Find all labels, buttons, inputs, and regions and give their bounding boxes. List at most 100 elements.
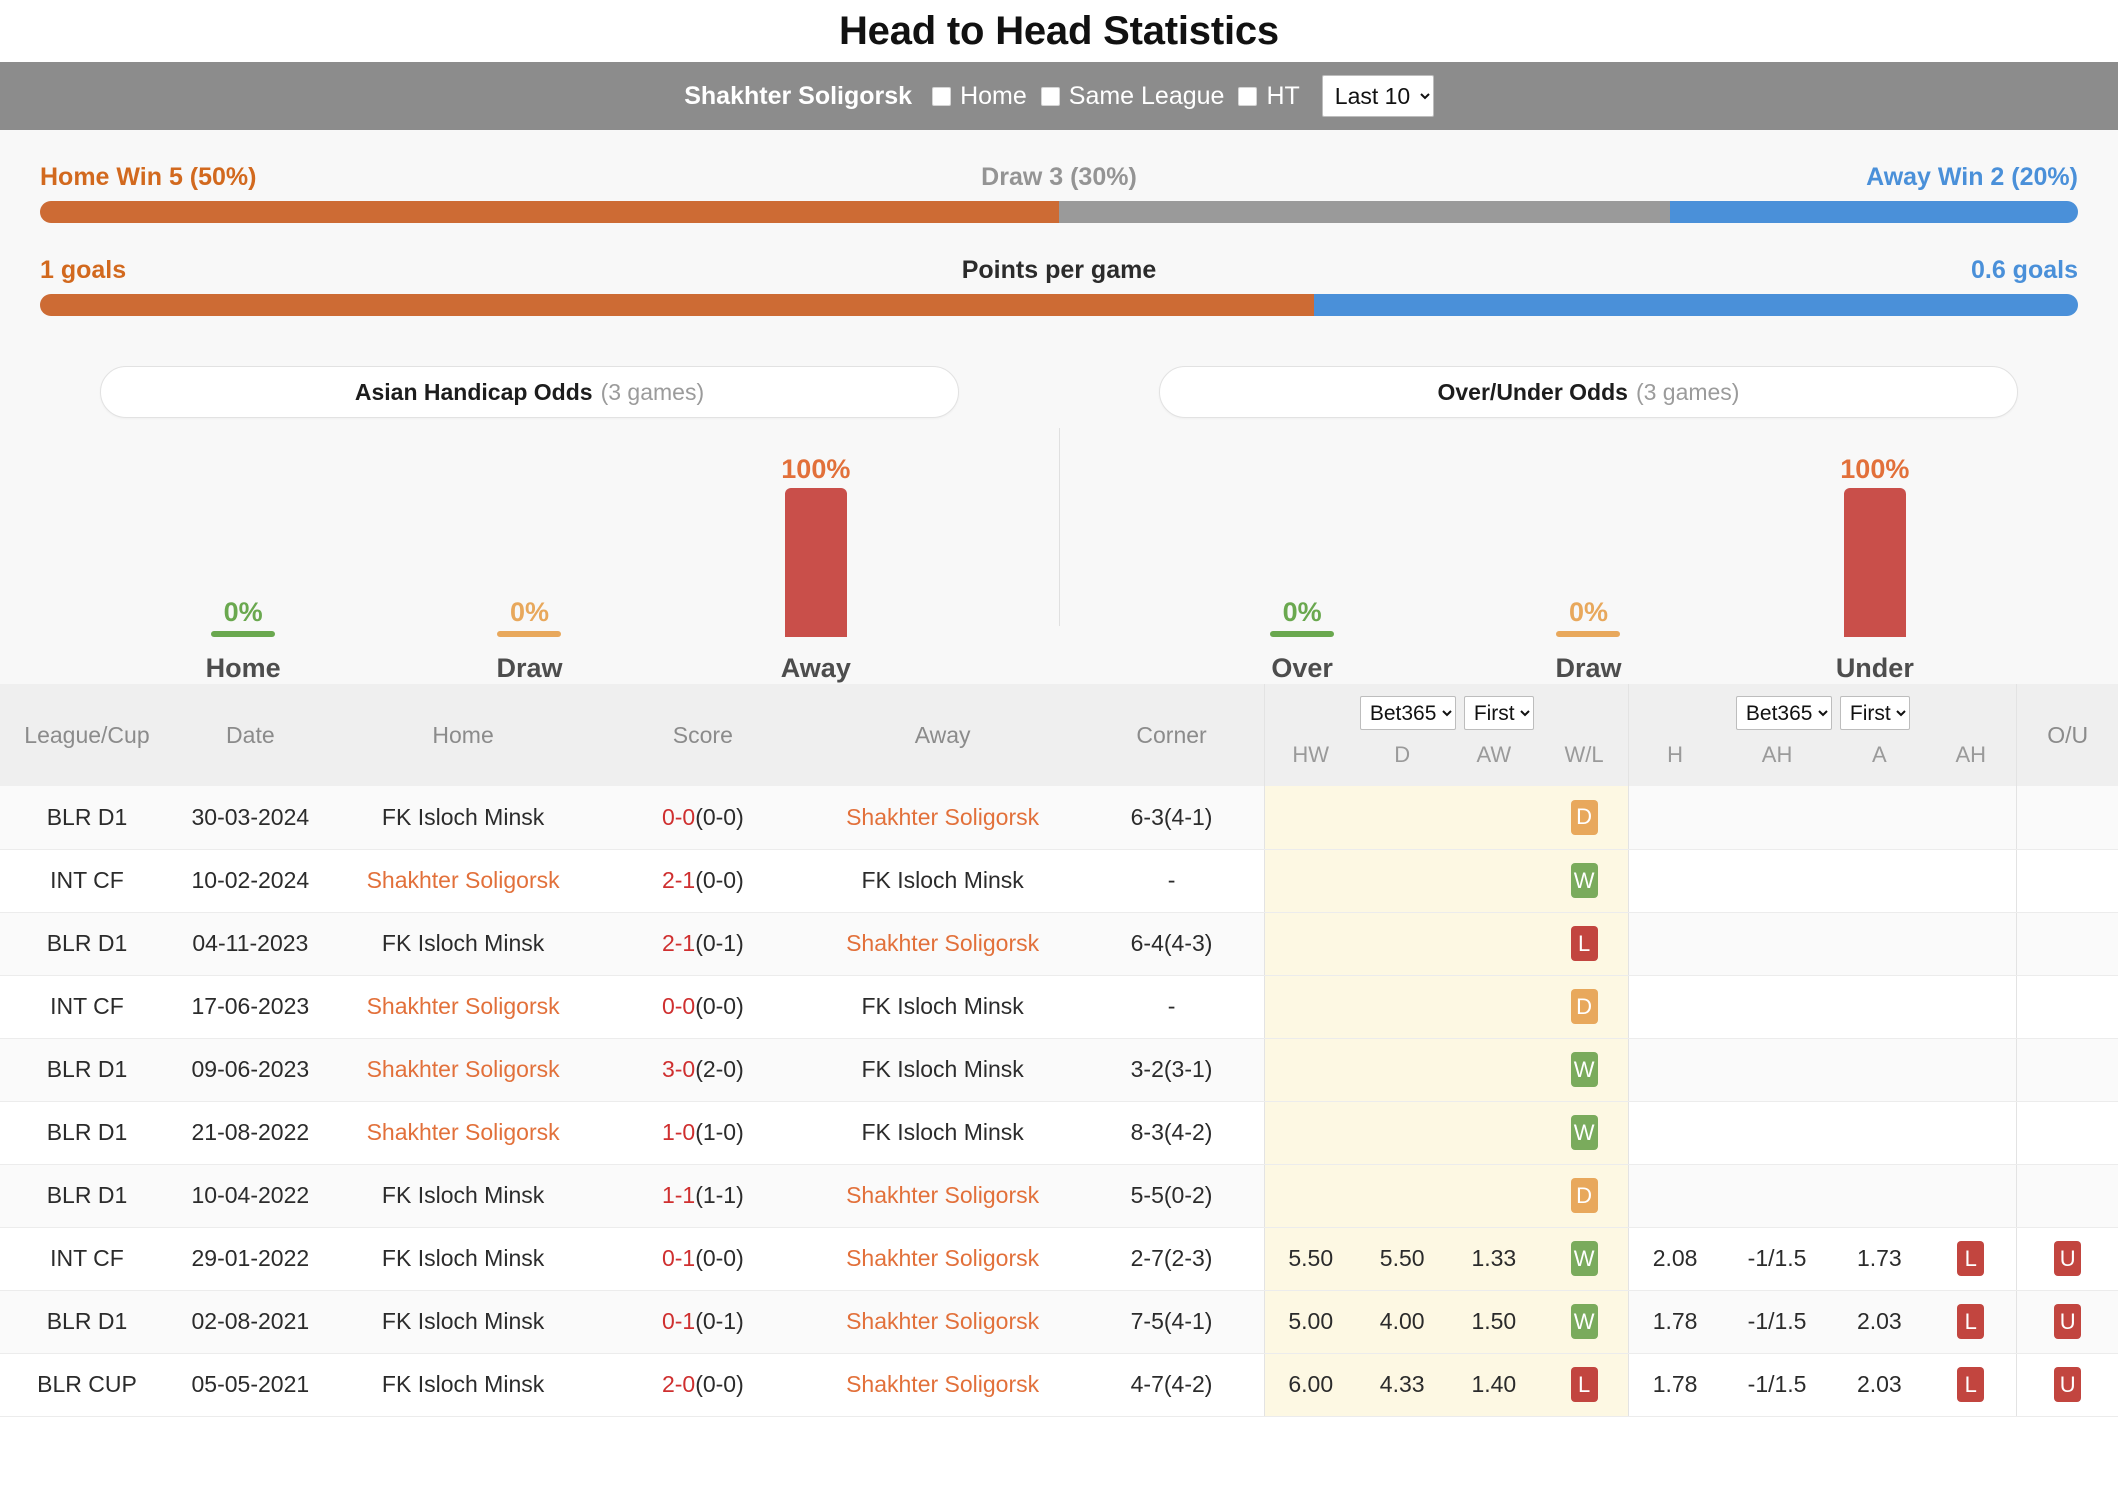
bar-segment-home: [40, 201, 1059, 223]
cell-away: Shakhter Soligorsk: [806, 786, 1079, 850]
cell-home: FK Isloch Minsk: [326, 1164, 600, 1228]
col-a[interactable]: A: [1833, 742, 1926, 786]
table-row[interactable]: INT CF 17-06-2023 Shakhter Soligorsk 0-0(0-…: [0, 975, 2118, 1039]
cell-wl: D: [1539, 786, 1629, 850]
table-row[interactable]: BLR D1 09-06-2023 Shakhter Soligorsk 3-0(2-…: [0, 1038, 2118, 1102]
col-ah2[interactable]: AH: [1925, 742, 2017, 786]
cell-home: FK Isloch Minsk: [326, 1290, 600, 1354]
col-score[interactable]: Score: [599, 684, 807, 786]
status-badge: W: [1570, 863, 1598, 898]
bookmaker-select-2[interactable]: Bet365: [1735, 696, 1832, 730]
table-head: League/Cup Date Home Score Away Corner B…: [0, 684, 2118, 786]
col-home[interactable]: Home: [326, 684, 600, 786]
cell-hw: [1264, 1101, 1357, 1165]
col-wl[interactable]: W/L: [1539, 742, 1629, 786]
col-d[interactable]: D: [1356, 742, 1448, 786]
checkbox-ht-box[interactable]: [1238, 86, 1258, 106]
filter-bar: Shakhter Soligorsk Home Same League HT L…: [0, 62, 2118, 130]
cell-date: 09-06-2023: [173, 1038, 327, 1102]
status-badge: W: [1570, 1115, 1598, 1150]
filter-checkbox-same-league[interactable]: Same League: [1040, 82, 1224, 111]
status-badge: W: [1570, 1304, 1598, 1339]
ou-col-over: 0% Over: [1159, 454, 1445, 684]
cell-ah1: [1720, 975, 1834, 1039]
cell-corner: 4-7(4-2): [1078, 1353, 1265, 1417]
cell-ah1: [1720, 849, 1834, 913]
cell-h: 1.78: [1628, 1290, 1721, 1354]
cell-ah1: [1720, 912, 1834, 976]
cell-ah2: L: [1925, 1353, 2017, 1417]
cell-d: 4.33: [1356, 1353, 1448, 1417]
table-row[interactable]: INT CF 29-01-2022 FK Isloch Minsk 0-1(0-0) S…: [0, 1227, 2118, 1291]
col-aw[interactable]: AW: [1448, 742, 1540, 786]
checkbox-home-box[interactable]: [932, 86, 952, 106]
col-corner[interactable]: Corner: [1078, 684, 1265, 786]
table-row[interactable]: BLR D1 02-08-2021 FK Isloch Minsk 0-1(0-1) S…: [0, 1290, 2118, 1354]
cell-aw: 1.33: [1448, 1227, 1540, 1291]
asian-handicap-title: Asian Handicap Odds: [354, 378, 593, 405]
phase-select-2[interactable]: First: [1839, 696, 1910, 730]
phase-select-1[interactable]: First: [1463, 696, 1534, 730]
over-under-chart: 0% Over 0% Draw 100% Under: [1159, 454, 2018, 684]
cell-h: 2.08: [1628, 1227, 1721, 1291]
cell-league: INT CF: [0, 975, 174, 1039]
col-away[interactable]: Away: [806, 684, 1079, 786]
cell-ou: [2016, 849, 2118, 913]
col-h[interactable]: H: [1628, 742, 1721, 786]
cell-corner: 5-5(0-2): [1078, 1164, 1265, 1228]
col-ah1[interactable]: AH: [1720, 742, 1834, 786]
cell-hw: 5.00: [1264, 1290, 1357, 1354]
status-badge: L: [1957, 1241, 1985, 1276]
cell-hw: [1264, 1038, 1357, 1102]
ou-under-bar: [1843, 488, 1906, 637]
table-row[interactable]: BLR D1 21-08-2022 Shakhter Soligorsk 1-0(1-…: [0, 1101, 2118, 1165]
cell-a: 1.73: [1833, 1227, 1926, 1291]
ppg-title: Points per game: [961, 256, 1157, 284]
ou-under-label: Under: [1835, 653, 1914, 683]
table-row[interactable]: BLR D1 04-11-2023 FK Isloch Minsk 2-1(0-1) S…: [0, 912, 2118, 976]
cell-league: BLR D1: [0, 1290, 174, 1354]
ou-draw-bar: [1556, 631, 1621, 637]
cell-score: 0-1(0-1): [599, 1290, 807, 1354]
ah-draw-label: Draw: [496, 653, 563, 683]
cell-d: [1356, 1101, 1448, 1165]
cell-league: INT CF: [0, 1227, 174, 1291]
ah-col-away: 100% Away: [673, 454, 959, 684]
ou-over-value: 0%: [1282, 597, 1322, 627]
status-badge: L: [1570, 1367, 1598, 1402]
cell-date: 29-01-2022: [173, 1227, 327, 1291]
status-badge: L: [1957, 1304, 1985, 1339]
cell-wl: W: [1539, 1101, 1629, 1165]
checkbox-same-league-box[interactable]: [1040, 86, 1060, 106]
cell-date: 02-08-2021: [173, 1290, 327, 1354]
cell-home: Shakhter Soligorsk: [326, 1101, 600, 1165]
col-hw[interactable]: HW: [1264, 742, 1357, 786]
odds-group-1-header: Bet365 First: [1264, 684, 1629, 742]
table-row[interactable]: BLR D1 10-04-2022 FK Isloch Minsk 1-1(1-1) S…: [0, 1164, 2118, 1228]
col-ou[interactable]: O/U: [2016, 684, 2118, 786]
col-date[interactable]: Date: [173, 684, 327, 786]
status-badge: D: [1570, 799, 1598, 835]
cell-date: 10-04-2022: [173, 1164, 327, 1228]
range-select[interactable]: Last 10: [1321, 75, 1434, 117]
over-under-panel: Over/Under Odds (3 games) 0% Over 0% Dra…: [1059, 366, 2118, 684]
over-under-title-pill[interactable]: Over/Under Odds (3 games): [1159, 366, 2018, 418]
ou-draw-label: Draw: [1555, 653, 1622, 683]
cell-home: FK Isloch Minsk: [326, 912, 600, 976]
ppg-segment-away: [1313, 294, 2078, 316]
cell-away: Shakhter Soligorsk: [806, 1353, 1079, 1417]
page-title: Head to Head Statistics: [839, 9, 1279, 53]
filter-checkbox-ht[interactable]: HT: [1238, 82, 1300, 111]
cell-h: [1628, 849, 1721, 913]
bookmaker-select-1[interactable]: Bet365: [1359, 696, 1456, 730]
table-row[interactable]: INT CF 10-02-2024 Shakhter Soligorsk 2-1(0-…: [0, 849, 2118, 913]
cell-ah1: -1/1.5: [1720, 1353, 1834, 1417]
col-league[interactable]: League/Cup: [0, 684, 174, 786]
table-row[interactable]: BLR D1 30-03-2024 FK Isloch Minsk 0-0(0-0) S…: [0, 786, 2118, 850]
filter-checkbox-home[interactable]: Home: [932, 82, 1027, 111]
cell-ou: [2016, 1038, 2118, 1102]
table-row[interactable]: BLR CUP 05-05-2021 FK Isloch Minsk 2-0(0-0)…: [0, 1353, 2118, 1417]
asian-handicap-title-pill[interactable]: Asian Handicap Odds (3 games): [100, 366, 959, 418]
status-badge: U: [2054, 1241, 2082, 1276]
ah-draw-bar: [497, 631, 562, 637]
